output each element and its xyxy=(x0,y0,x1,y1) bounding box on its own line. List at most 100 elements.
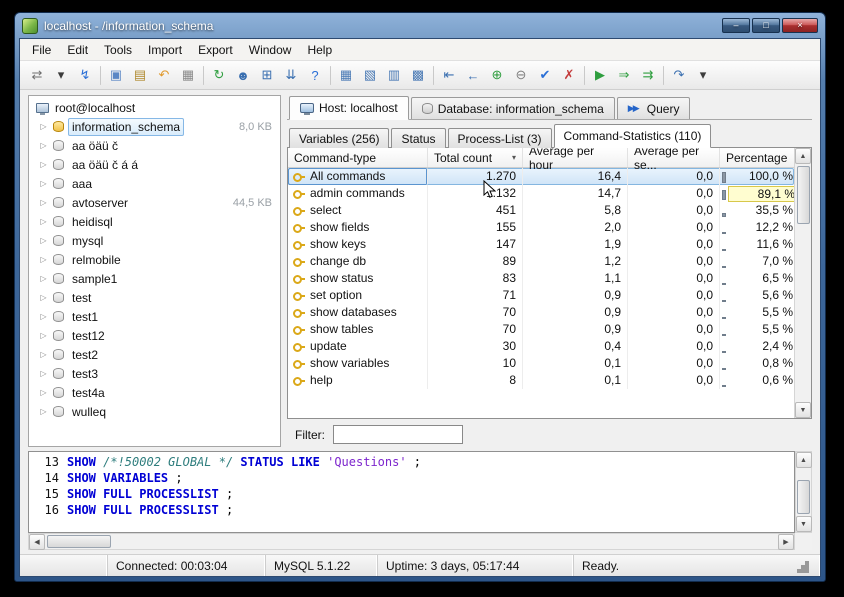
close-button[interactable]: × xyxy=(782,18,818,33)
col-avg-per-hour[interactable]: Average per hour ▾ xyxy=(523,148,628,172)
scroll-thumb[interactable] xyxy=(796,166,810,224)
tree-item-aaa[interactable]: ▷ aaa xyxy=(29,174,280,193)
expand-arrow-icon[interactable]: ▷ xyxy=(38,179,49,188)
expand-arrow-icon[interactable]: ▷ xyxy=(38,293,49,302)
expand-arrow-icon[interactable]: ▷ xyxy=(38,217,49,226)
refresh-button[interactable]: ↻ xyxy=(207,64,231,87)
col-total-count[interactable]: Total count ▾ xyxy=(428,148,523,167)
row-update[interactable]: update 30 0,4 0,0 2,4 % xyxy=(288,338,794,355)
table-vscrollbar[interactable]: ▲ ▼ xyxy=(794,148,811,418)
tree-item-wulleq[interactable]: ▷ wulleq xyxy=(29,402,280,421)
expand-arrow-icon[interactable]: ▷ xyxy=(38,331,49,340)
tab-host[interactable]: Host: localhost xyxy=(289,96,409,120)
create-database-button[interactable]: ⊞ xyxy=(255,64,279,87)
column-dropdown-icon[interactable]: ▾ xyxy=(512,153,516,162)
row-show-status[interactable]: show status 83 1,1 0,0 6,5 % xyxy=(288,270,794,287)
execute-line-button[interactable]: ⇒ xyxy=(612,64,636,87)
undo-button[interactable]: ↶ xyxy=(152,64,176,87)
col-percentage[interactable]: Percentage ▾ xyxy=(720,148,794,167)
resize-grip[interactable] xyxy=(805,569,809,573)
tab-command-statistics[interactable]: Command-Statistics (110) xyxy=(553,124,712,148)
new-window-button[interactable]: ↯ xyxy=(73,64,97,87)
grid-copy-button[interactable]: ▥ xyxy=(382,64,406,87)
tree-item-test[interactable]: ▷ test xyxy=(29,288,280,307)
tree-item-mysql[interactable]: ▷ mysql xyxy=(29,231,280,250)
expand-arrow-icon[interactable]: ▷ xyxy=(38,255,49,264)
row-help[interactable]: help 8 0,1 0,0 0,6 % xyxy=(288,372,794,389)
sql-scroll-up-button[interactable]: ▲ xyxy=(795,452,812,468)
snippets-dropdown-button[interactable]: ▾ xyxy=(691,64,715,87)
data-filter-button[interactable]: ▧ xyxy=(358,64,382,87)
tree-item-avtoserver[interactable]: ▷ avtoserver 44,5 KB xyxy=(29,193,280,212)
expand-arrow-icon[interactable]: ▷ xyxy=(38,369,49,378)
delete-record-button[interactable]: ⊖ xyxy=(509,64,533,87)
tree-item-heidisql[interactable]: ▷ heidisql xyxy=(29,212,280,231)
tree-item-test1[interactable]: ▷ test1 xyxy=(29,307,280,326)
menu-export[interactable]: Export xyxy=(190,41,241,59)
row-all-commands[interactable]: All commands 1.270 16,4 0,0 100,0 % xyxy=(288,168,794,185)
row-select[interactable]: select 451 5,8 0,0 35,5 % xyxy=(288,202,794,219)
row-show-fields[interactable]: show fields 155 2,0 0,0 12,2 % xyxy=(288,219,794,236)
expand-arrow-icon[interactable]: ▷ xyxy=(38,350,49,359)
expand-arrow-icon[interactable]: ▷ xyxy=(38,236,49,245)
tab-variables[interactable]: Variables (256) xyxy=(289,128,390,148)
col-command-type[interactable]: Command-type ▾ xyxy=(288,148,428,167)
expand-arrow-icon[interactable]: ▷ xyxy=(38,312,49,321)
scroll-up-button[interactable]: ▲ xyxy=(795,148,811,164)
paste-button[interactable]: ▤ xyxy=(128,64,152,87)
row-show-variables[interactable]: show variables 10 0,1 0,0 0,8 % xyxy=(288,355,794,372)
expand-arrow-icon[interactable]: ▷ xyxy=(38,274,49,283)
print-button[interactable]: ▦ xyxy=(176,64,200,87)
tab-query[interactable]: Query xyxy=(616,97,691,119)
cancel-editing-button[interactable]: ✗ xyxy=(557,64,581,87)
tab-status[interactable]: Status xyxy=(391,128,446,148)
scroll-down-button[interactable]: ▼ xyxy=(795,402,811,418)
menu-file[interactable]: File xyxy=(24,41,59,59)
tree-item-aa-oau-c-a-a[interactable]: ▷ aa öäü č á á xyxy=(29,155,280,174)
session-manager-button[interactable]: ⇄ xyxy=(25,64,49,87)
filter-input[interactable] xyxy=(333,425,463,444)
menu-help[interactable]: Help xyxy=(299,41,340,59)
session-dropdown-button[interactable]: ▾ xyxy=(49,64,73,87)
expand-arrow-icon[interactable]: ▷ xyxy=(38,388,49,397)
tree-item-test12[interactable]: ▷ test12 xyxy=(29,326,280,345)
menu-edit[interactable]: Edit xyxy=(59,41,96,59)
tree-item-relmobile[interactable]: ▷ relmobile xyxy=(29,250,280,269)
grid-export-button[interactable]: ▩ xyxy=(406,64,430,87)
sql-scroll-down-button[interactable]: ▼ xyxy=(795,516,812,532)
menu-window[interactable]: Window xyxy=(241,41,300,59)
tree-root[interactable]: root@localhost xyxy=(29,96,280,117)
maximize-button[interactable]: □ xyxy=(752,18,780,33)
row-show-keys[interactable]: show keys 147 1,9 0,0 11,6 % xyxy=(288,236,794,253)
help-button[interactable]: ? xyxy=(303,64,327,87)
expand-arrow-icon[interactable]: ▷ xyxy=(38,160,49,169)
sql-scroll-left-button[interactable]: ◀ xyxy=(29,533,45,550)
row-change-db[interactable]: change db 89 1,2 0,0 7,0 % xyxy=(288,253,794,270)
post-changes-button[interactable]: ✔ xyxy=(533,64,557,87)
expand-arrow-icon[interactable]: ▷ xyxy=(38,407,49,416)
tree-item-sample1[interactable]: ▷ sample1 xyxy=(29,269,280,288)
tree-item-test2[interactable]: ▷ test2 xyxy=(29,345,280,364)
menu-tools[interactable]: Tools xyxy=(96,41,140,59)
execute-step-button[interactable]: ⇉ xyxy=(636,64,660,87)
user-manager-button[interactable]: ☻ xyxy=(231,64,255,87)
execute-sql-button[interactable]: ▶ xyxy=(588,64,612,87)
expand-arrow-icon[interactable]: ▷ xyxy=(38,122,49,131)
sql-scroll-right-button[interactable]: ▶ xyxy=(778,533,794,550)
prev-record-button[interactable]: ← xyxy=(461,64,485,87)
titlebar[interactable]: localhost - /information_schema – □ × xyxy=(19,13,821,38)
insert-record-button[interactable]: ⊕ xyxy=(485,64,509,87)
sql-snippets-button[interactable]: ↷ xyxy=(667,64,691,87)
row-show-tables[interactable]: show tables 70 0,9 0,0 5,5 % xyxy=(288,321,794,338)
sql-scroll-thumb[interactable] xyxy=(797,480,810,514)
tab-process-list[interactable]: Process-List (3) xyxy=(447,128,552,148)
first-record-button[interactable]: ⇤ xyxy=(437,64,461,87)
tree-item-test3[interactable]: ▷ test3 xyxy=(29,364,280,383)
sql-hscroll-thumb[interactable] xyxy=(47,535,111,548)
row-set-option[interactable]: set option 71 0,9 0,0 5,6 % xyxy=(288,287,794,304)
row-admin-commands[interactable]: admin commands 1.132 14,7 0,0 89,1 % xyxy=(288,185,794,202)
data-grid-button[interactable]: ▦ xyxy=(334,64,358,87)
minimize-button[interactable]: – xyxy=(722,18,750,33)
row-show-databases[interactable]: show databases 70 0,9 0,0 5,5 % xyxy=(288,304,794,321)
tree-item-information-schema[interactable]: ▷ information_schema 8,0 KB xyxy=(29,117,280,136)
